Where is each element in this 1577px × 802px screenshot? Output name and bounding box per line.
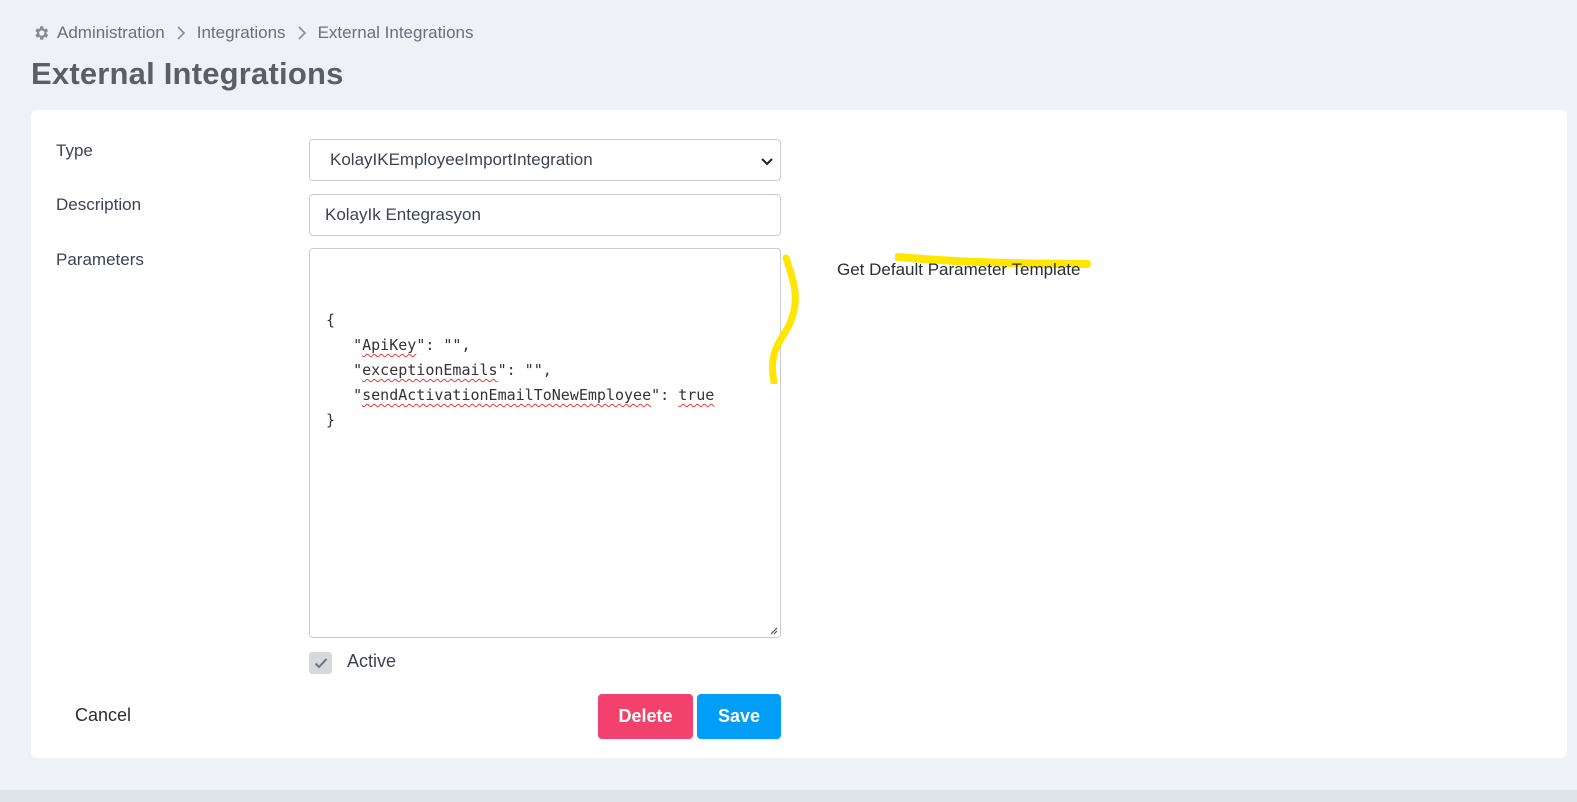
type-select-value: KolayIKEmployeeImportIntegration bbox=[330, 150, 593, 169]
misspelled-word: ApiKey bbox=[362, 336, 417, 354]
cancel-button[interactable]: Cancel bbox=[75, 705, 131, 726]
page: Administration Integrations External Int… bbox=[0, 0, 1577, 802]
parameters-textarea[interactable]: { "ApiKey": "", "exceptionEmails": "", "… bbox=[309, 248, 781, 638]
code-text: } bbox=[326, 411, 336, 429]
breadcrumb-administration[interactable]: Administration bbox=[57, 23, 165, 43]
delete-button[interactable]: Delete bbox=[598, 694, 693, 739]
resize-grip-icon[interactable] bbox=[768, 625, 778, 635]
parameters-label: Parameters bbox=[56, 250, 144, 269]
misspelled-word: true bbox=[678, 386, 715, 404]
save-button[interactable]: Save bbox=[697, 694, 781, 739]
misspelled-word: sendActivationEmailToNewEmployee bbox=[362, 386, 652, 404]
parameters-line: "exceptionEmails": "", bbox=[326, 358, 764, 383]
misspelled-word: exceptionEmails bbox=[362, 361, 498, 379]
integration-form-card: Type KolayIKEmployeeImportIntegration De… bbox=[31, 110, 1567, 758]
active-label: Active bbox=[347, 651, 397, 671]
chevron-down-icon bbox=[760, 153, 774, 167]
breadcrumb-external-integrations: External Integrations bbox=[317, 23, 474, 42]
gear-icon bbox=[32, 24, 50, 42]
code-text: ": bbox=[651, 386, 679, 404]
description-input[interactable] bbox=[309, 194, 781, 236]
get-default-template-link[interactable]: Get Default Parameter Template bbox=[837, 260, 1080, 280]
parameters-line: "sendActivationEmailToNewEmployee": true bbox=[326, 383, 764, 408]
code-text: " bbox=[326, 386, 363, 404]
code-text: { bbox=[326, 311, 336, 329]
type-label: Type bbox=[56, 141, 93, 160]
breadcrumb: Administration Integrations External Int… bbox=[32, 23, 473, 43]
type-select[interactable]: KolayIKEmployeeImportIntegration bbox=[309, 139, 781, 181]
active-checkbox[interactable] bbox=[309, 652, 332, 674]
check-icon bbox=[314, 658, 327, 669]
parameters-line: } bbox=[326, 408, 764, 433]
description-label: Description bbox=[56, 195, 142, 214]
code-text: ": "", bbox=[497, 361, 552, 379]
code-text: " bbox=[326, 361, 363, 379]
bottom-scrollbar-area bbox=[0, 790, 1577, 802]
breadcrumb-integrations[interactable]: Integrations bbox=[197, 23, 286, 43]
chevron-right-icon bbox=[297, 26, 307, 40]
parameters-line: { bbox=[326, 308, 764, 333]
chevron-right-icon bbox=[176, 26, 186, 40]
parameters-line: "ApiKey": "", bbox=[326, 333, 764, 358]
code-text: ": "", bbox=[416, 336, 471, 354]
page-title: External Integrations bbox=[31, 56, 344, 91]
code-text: " bbox=[326, 336, 363, 354]
